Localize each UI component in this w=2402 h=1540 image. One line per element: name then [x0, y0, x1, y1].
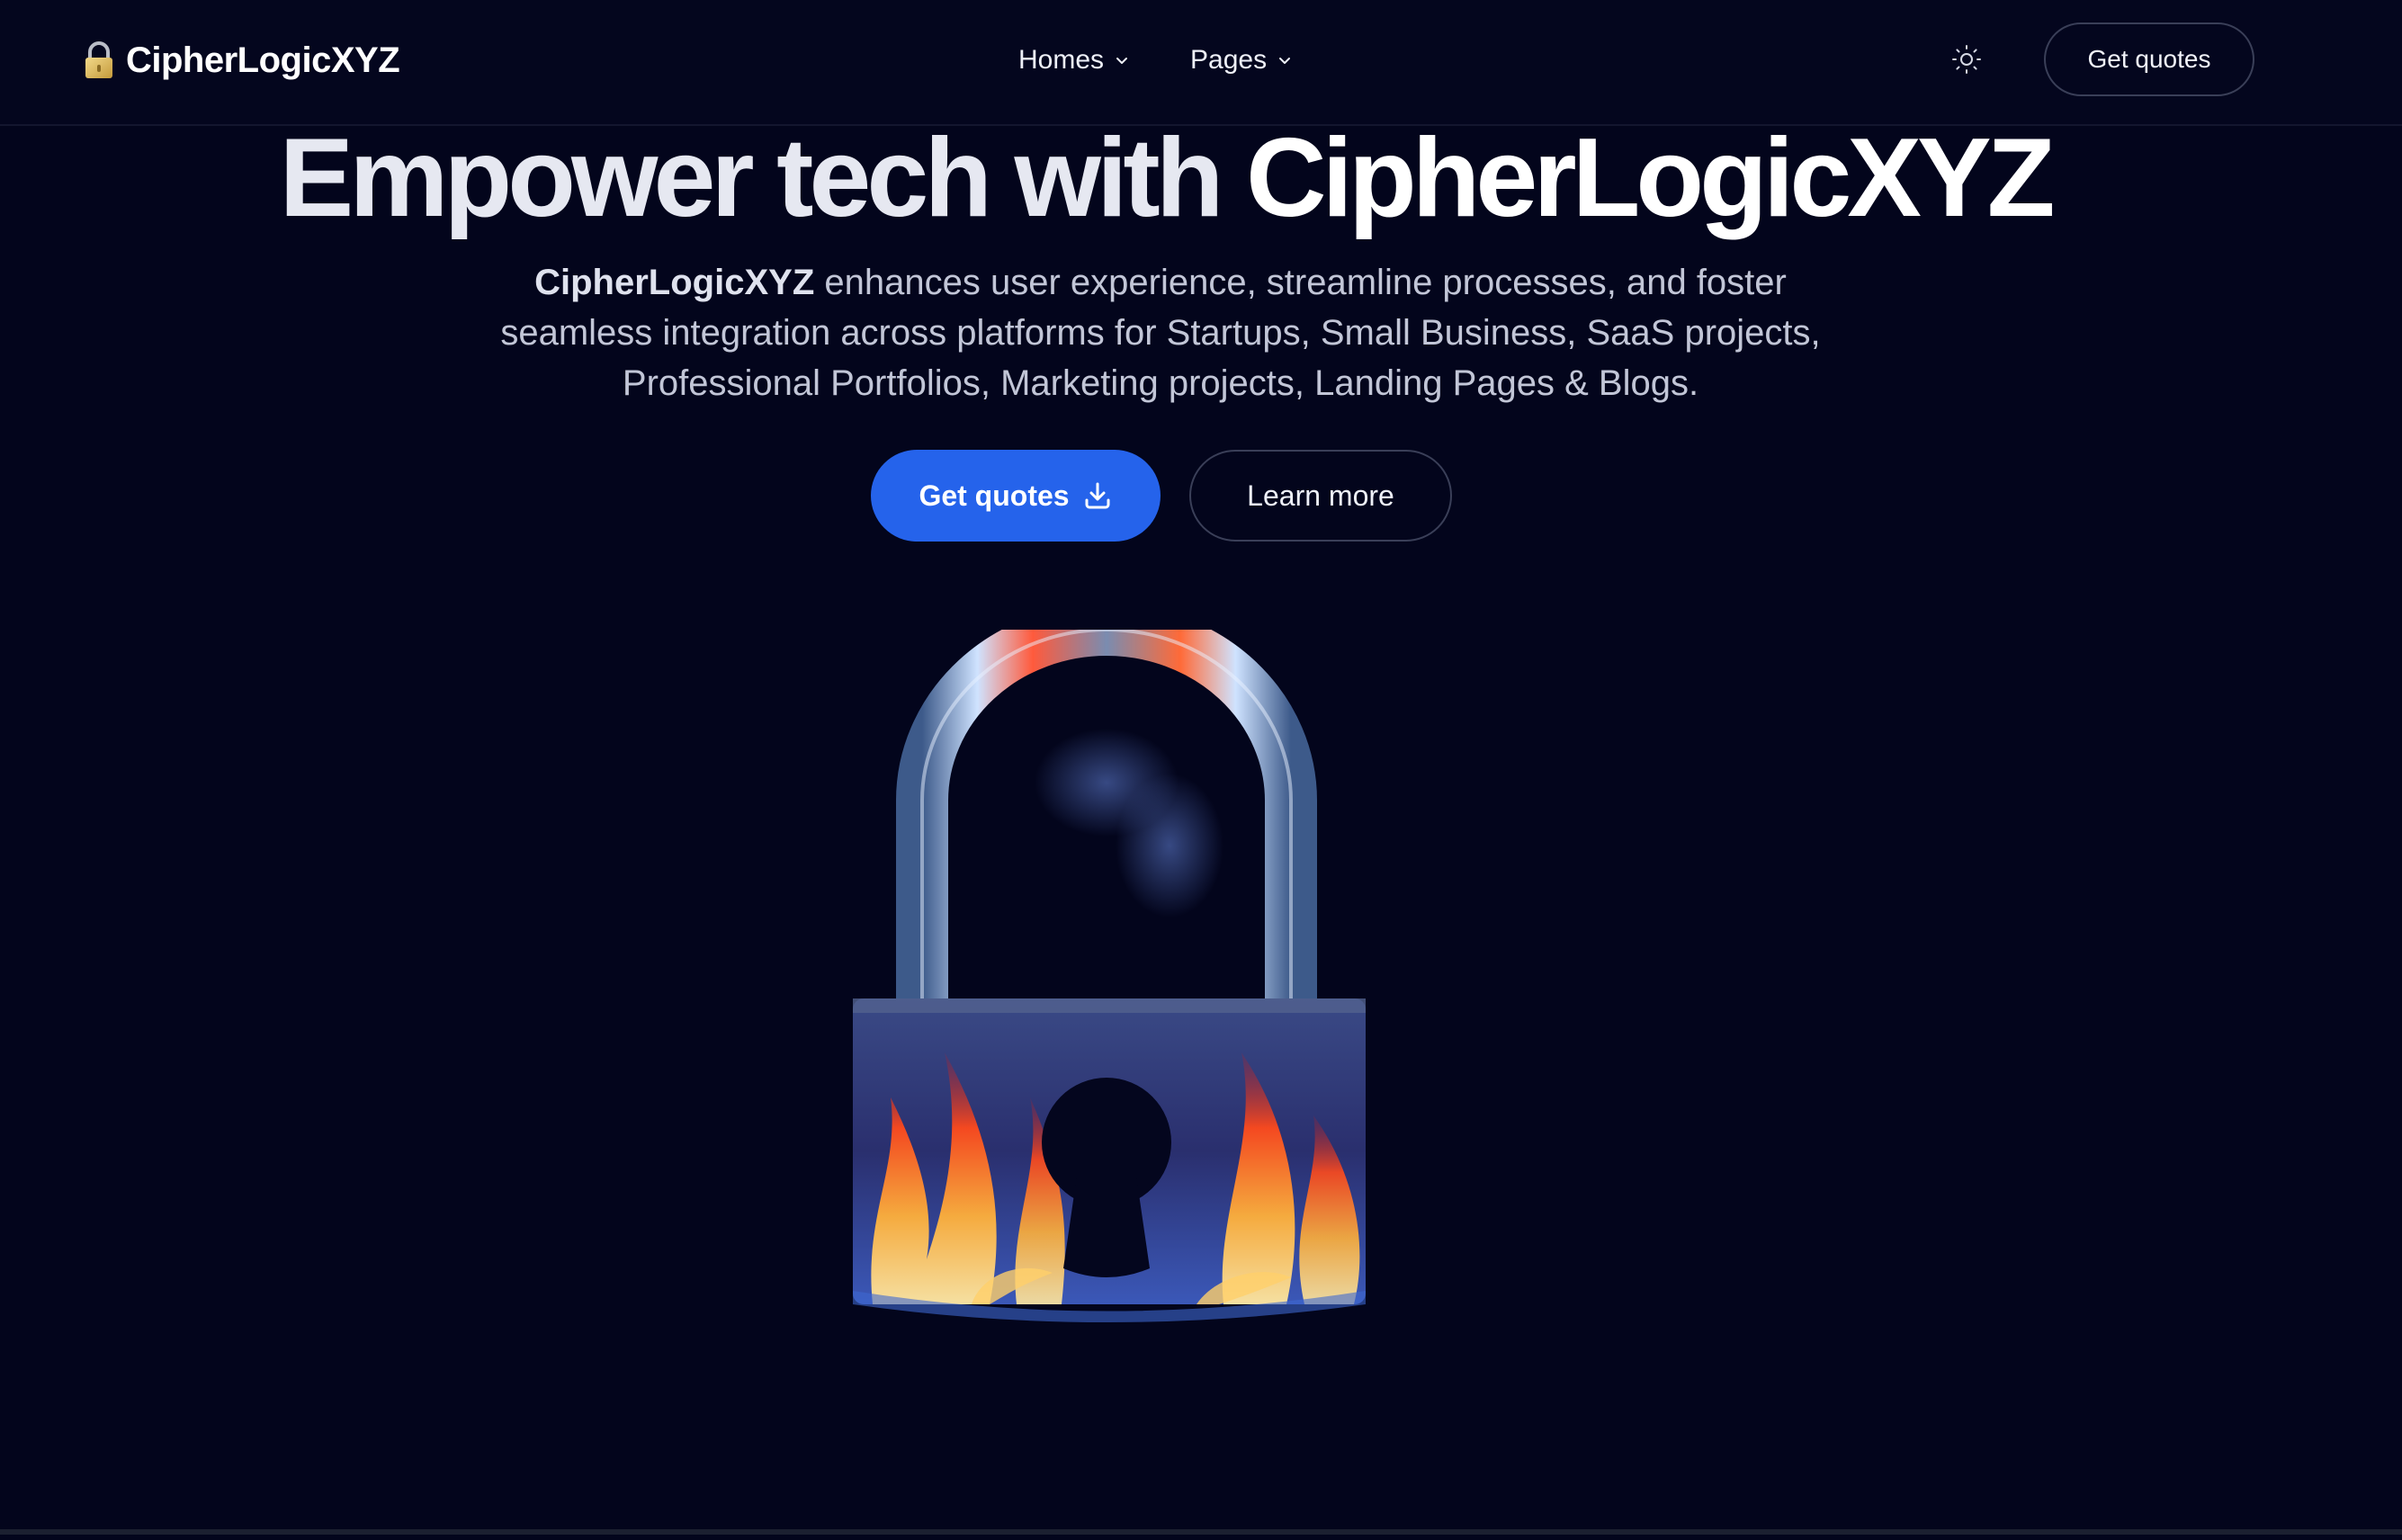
padlock-emoji-icon	[85, 41, 112, 78]
page-bottom-divider	[0, 1529, 2402, 1535]
chevron-down-icon	[1116, 58, 1128, 64]
header-get-quotes-button[interactable]: Get quotes	[2044, 22, 2254, 96]
hero-subtitle: CipherLogicXYZ enhances user experience,…	[477, 257, 1844, 408]
brand-logo[interactable]: CipherLogicXYZ	[83, 36, 400, 85]
chevron-down-icon	[1279, 58, 1291, 64]
hero-subtitle-brand: CipherLogicXYZ	[534, 263, 815, 302]
theme-toggle-button[interactable]	[1947, 40, 1986, 79]
sun-icon	[1952, 45, 1981, 74]
brand-name: CipherLogicXYZ	[126, 40, 400, 80]
nav-homes-label: Homes	[1018, 45, 1105, 75]
download-icon	[1085, 482, 1110, 509]
nav-pages-dropdown[interactable]: Pages	[1190, 45, 1294, 76]
flaming-padlock-illustration	[853, 630, 1366, 1322]
hero-get-quotes-button[interactable]: Get quotes	[871, 450, 1161, 542]
hero-title: Empower tech with CipherLogicXYZ	[0, 115, 2330, 241]
hero-title-brand: CipherLogicXYZ	[1245, 116, 2056, 240]
hero-learn-more-button[interactable]: Learn more	[1189, 450, 1452, 542]
hero-actions: Get quotes Learn more	[871, 450, 1452, 542]
main-nav: Homes Pages	[1018, 40, 1294, 81]
hero-get-quotes-label: Get quotes	[919, 479, 1070, 512]
top-navbar: CipherLogicXYZ Homes Pages Get quotes	[0, 0, 2402, 126]
hero-title-prefix: Empower tech with	[279, 116, 1246, 240]
nav-homes-dropdown[interactable]: Homes	[1018, 45, 1131, 76]
nav-pages-label: Pages	[1190, 45, 1268, 75]
